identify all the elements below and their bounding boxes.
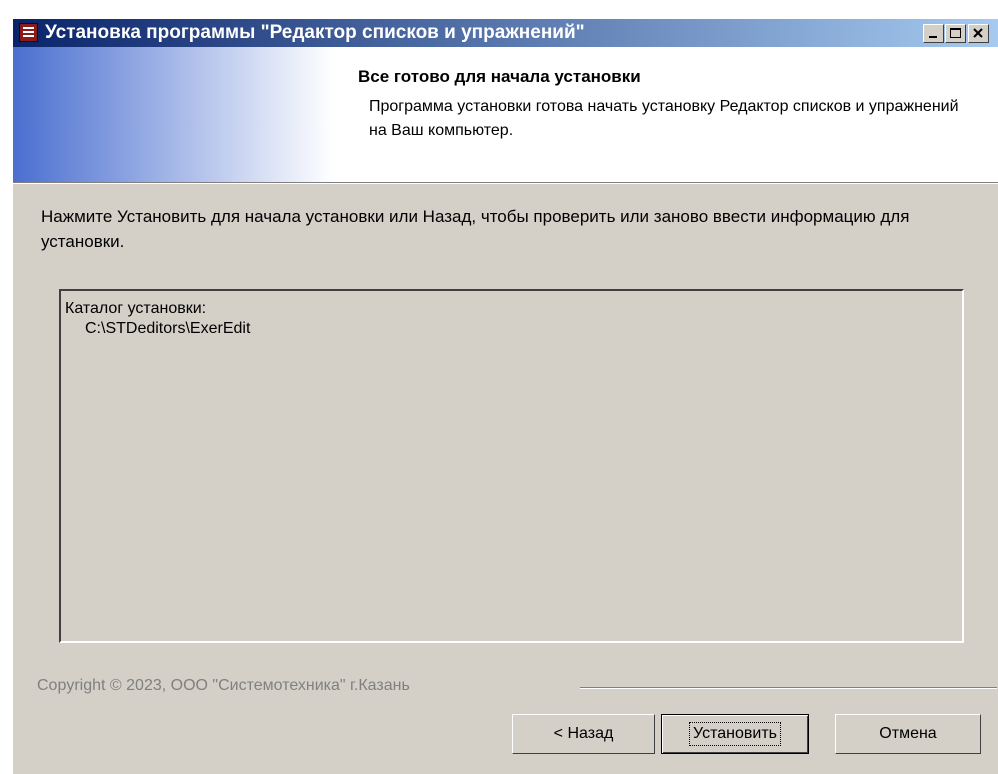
memo-content: Каталог установки: C:\STDeditors\ExerEdit [65,299,250,339]
title-bar[interactable]: Установка программы "Редактор списков и … [13,19,998,47]
install-button-label: Установить [689,722,781,746]
copyright-text: Copyright © 2023, ООО "Системотехника" г… [37,677,410,694]
install-button[interactable]: Установить [661,714,809,754]
maximize-button[interactable] [945,24,966,43]
install-path: C:\STDeditors\ExerEdit [85,320,251,337]
page-subtitle: Программа установки готова начать устано… [369,98,959,139]
memo-label: Каталог установки: [65,300,207,317]
ready-memo[interactable]: Каталог установки: C:\STDeditors\ExerEdit [59,289,964,643]
installer-window: Установка программы "Редактор списков и … [12,18,998,774]
minimize-icon [929,36,937,38]
cancel-button[interactable]: Отмена [835,714,981,754]
back-button-label: < Назад [553,725,614,742]
footer-divider [580,687,997,689]
app-list-icon[interactable] [19,23,38,42]
maximize-icon [950,28,961,38]
instruction-text: Нажмите Установить для начала установки … [41,207,910,251]
window-title: Установка программы "Редактор списков и … [45,22,585,43]
header-divider [13,182,998,184]
close-button[interactable] [968,24,989,43]
back-button[interactable]: < Назад [512,714,655,754]
minimize-button[interactable] [923,24,944,43]
header-banner [13,47,333,182]
wizard-header: Все готово для начала установки Программ… [13,47,998,182]
cancel-button-label: Отмена [879,725,937,742]
close-icon [973,28,983,38]
page-title: Все готово для начала установки [358,67,641,86]
